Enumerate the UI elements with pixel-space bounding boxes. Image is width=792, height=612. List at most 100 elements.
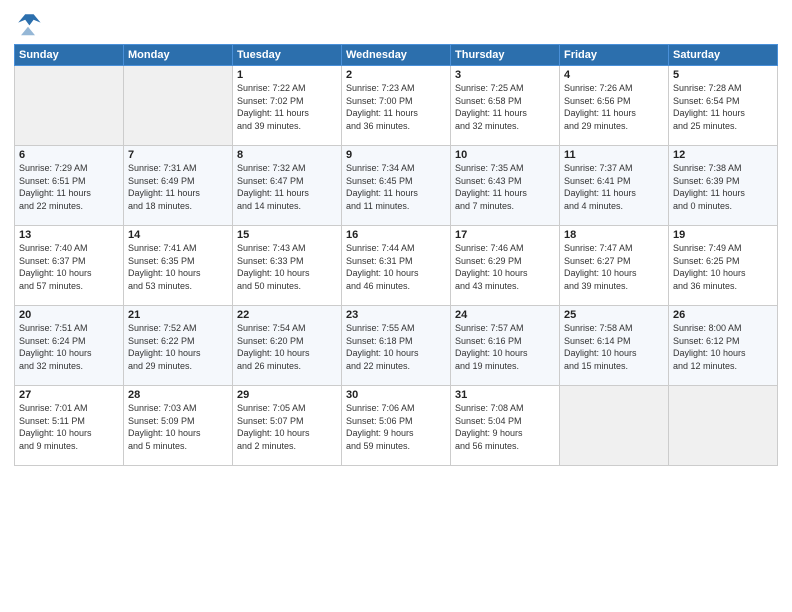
day-info: Sunrise: 7:22 AM Sunset: 7:02 PM Dayligh… [237,82,337,132]
day-info: Sunrise: 7:01 AM Sunset: 5:11 PM Dayligh… [19,402,119,452]
day-number: 19 [673,229,773,241]
day-info: Sunrise: 7:54 AM Sunset: 6:20 PM Dayligh… [237,322,337,372]
calendar-cell [560,386,669,466]
logo-icon [14,10,42,38]
day-info: Sunrise: 7:51 AM Sunset: 6:24 PM Dayligh… [19,322,119,372]
day-number: 13 [19,229,119,241]
calendar-table: SundayMondayTuesdayWednesdayThursdayFrid… [14,44,778,466]
day-info: Sunrise: 7:47 AM Sunset: 6:27 PM Dayligh… [564,242,664,292]
day-info: Sunrise: 7:57 AM Sunset: 6:16 PM Dayligh… [455,322,555,372]
calendar-cell: 8Sunrise: 7:32 AM Sunset: 6:47 PM Daylig… [233,146,342,226]
day-info: Sunrise: 7:26 AM Sunset: 6:56 PM Dayligh… [564,82,664,132]
calendar-cell: 18Sunrise: 7:47 AM Sunset: 6:27 PM Dayli… [560,226,669,306]
calendar-cell: 29Sunrise: 7:05 AM Sunset: 5:07 PM Dayli… [233,386,342,466]
header-row: SundayMondayTuesdayWednesdayThursdayFrid… [15,45,778,66]
day-info: Sunrise: 7:23 AM Sunset: 7:00 PM Dayligh… [346,82,446,132]
calendar-cell: 11Sunrise: 7:37 AM Sunset: 6:41 PM Dayli… [560,146,669,226]
calendar-cell: 30Sunrise: 7:06 AM Sunset: 5:06 PM Dayli… [342,386,451,466]
day-number: 24 [455,309,555,321]
day-info: Sunrise: 7:35 AM Sunset: 6:43 PM Dayligh… [455,162,555,212]
day-number: 31 [455,389,555,401]
day-number: 15 [237,229,337,241]
calendar-cell: 9Sunrise: 7:34 AM Sunset: 6:45 PM Daylig… [342,146,451,226]
calendar-cell: 27Sunrise: 7:01 AM Sunset: 5:11 PM Dayli… [15,386,124,466]
day-info: Sunrise: 7:37 AM Sunset: 6:41 PM Dayligh… [564,162,664,212]
calendar-cell: 16Sunrise: 7:44 AM Sunset: 6:31 PM Dayli… [342,226,451,306]
day-info: Sunrise: 7:58 AM Sunset: 6:14 PM Dayligh… [564,322,664,372]
calendar-cell: 10Sunrise: 7:35 AM Sunset: 6:43 PM Dayli… [451,146,560,226]
calendar-cell: 15Sunrise: 7:43 AM Sunset: 6:33 PM Dayli… [233,226,342,306]
calendar-cell: 23Sunrise: 7:55 AM Sunset: 6:18 PM Dayli… [342,306,451,386]
day-number: 21 [128,309,228,321]
column-header-saturday: Saturday [669,45,778,66]
calendar-cell: 21Sunrise: 7:52 AM Sunset: 6:22 PM Dayli… [124,306,233,386]
calendar-cell: 22Sunrise: 7:54 AM Sunset: 6:20 PM Dayli… [233,306,342,386]
day-number: 18 [564,229,664,241]
week-row-5: 27Sunrise: 7:01 AM Sunset: 5:11 PM Dayli… [15,386,778,466]
calendar-cell: 3Sunrise: 7:25 AM Sunset: 6:58 PM Daylig… [451,66,560,146]
column-header-tuesday: Tuesday [233,45,342,66]
day-info: Sunrise: 8:00 AM Sunset: 6:12 PM Dayligh… [673,322,773,372]
week-row-1: 1Sunrise: 7:22 AM Sunset: 7:02 PM Daylig… [15,66,778,146]
calendar-cell: 25Sunrise: 7:58 AM Sunset: 6:14 PM Dayli… [560,306,669,386]
day-number: 12 [673,149,773,161]
column-header-friday: Friday [560,45,669,66]
day-info: Sunrise: 7:41 AM Sunset: 6:35 PM Dayligh… [128,242,228,292]
calendar-cell: 2Sunrise: 7:23 AM Sunset: 7:00 PM Daylig… [342,66,451,146]
column-header-thursday: Thursday [451,45,560,66]
day-number: 29 [237,389,337,401]
day-info: Sunrise: 7:08 AM Sunset: 5:04 PM Dayligh… [455,402,555,452]
day-number: 20 [19,309,119,321]
day-number: 26 [673,309,773,321]
day-number: 5 [673,69,773,81]
day-info: Sunrise: 7:34 AM Sunset: 6:45 PM Dayligh… [346,162,446,212]
calendar-cell: 20Sunrise: 7:51 AM Sunset: 6:24 PM Dayli… [15,306,124,386]
day-info: Sunrise: 7:29 AM Sunset: 6:51 PM Dayligh… [19,162,119,212]
page: SundayMondayTuesdayWednesdayThursdayFrid… [0,0,792,612]
day-number: 27 [19,389,119,401]
week-row-3: 13Sunrise: 7:40 AM Sunset: 6:37 PM Dayli… [15,226,778,306]
day-number: 2 [346,69,446,81]
day-info: Sunrise: 7:31 AM Sunset: 6:49 PM Dayligh… [128,162,228,212]
calendar-cell: 12Sunrise: 7:38 AM Sunset: 6:39 PM Dayli… [669,146,778,226]
day-number: 22 [237,309,337,321]
calendar-cell: 4Sunrise: 7:26 AM Sunset: 6:56 PM Daylig… [560,66,669,146]
header [14,10,778,38]
day-info: Sunrise: 7:03 AM Sunset: 5:09 PM Dayligh… [128,402,228,452]
day-number: 30 [346,389,446,401]
day-number: 6 [19,149,119,161]
calendar-cell [669,386,778,466]
day-info: Sunrise: 7:25 AM Sunset: 6:58 PM Dayligh… [455,82,555,132]
day-info: Sunrise: 7:32 AM Sunset: 6:47 PM Dayligh… [237,162,337,212]
calendar-cell [15,66,124,146]
calendar-cell: 19Sunrise: 7:49 AM Sunset: 6:25 PM Dayli… [669,226,778,306]
day-info: Sunrise: 7:06 AM Sunset: 5:06 PM Dayligh… [346,402,446,452]
calendar-cell: 13Sunrise: 7:40 AM Sunset: 6:37 PM Dayli… [15,226,124,306]
day-number: 7 [128,149,228,161]
day-info: Sunrise: 7:52 AM Sunset: 6:22 PM Dayligh… [128,322,228,372]
day-number: 8 [237,149,337,161]
day-number: 4 [564,69,664,81]
column-header-sunday: Sunday [15,45,124,66]
day-number: 16 [346,229,446,241]
calendar-cell: 17Sunrise: 7:46 AM Sunset: 6:29 PM Dayli… [451,226,560,306]
day-info: Sunrise: 7:46 AM Sunset: 6:29 PM Dayligh… [455,242,555,292]
day-info: Sunrise: 7:38 AM Sunset: 6:39 PM Dayligh… [673,162,773,212]
day-info: Sunrise: 7:28 AM Sunset: 6:54 PM Dayligh… [673,82,773,132]
calendar-cell: 24Sunrise: 7:57 AM Sunset: 6:16 PM Dayli… [451,306,560,386]
day-number: 28 [128,389,228,401]
day-number: 14 [128,229,228,241]
calendar-cell [124,66,233,146]
week-row-2: 6Sunrise: 7:29 AM Sunset: 6:51 PM Daylig… [15,146,778,226]
calendar-cell: 6Sunrise: 7:29 AM Sunset: 6:51 PM Daylig… [15,146,124,226]
day-info: Sunrise: 7:40 AM Sunset: 6:37 PM Dayligh… [19,242,119,292]
day-number: 23 [346,309,446,321]
day-info: Sunrise: 7:49 AM Sunset: 6:25 PM Dayligh… [673,242,773,292]
column-header-wednesday: Wednesday [342,45,451,66]
logo [14,10,44,38]
column-header-monday: Monday [124,45,233,66]
day-number: 17 [455,229,555,241]
calendar-cell: 26Sunrise: 8:00 AM Sunset: 6:12 PM Dayli… [669,306,778,386]
calendar-cell: 7Sunrise: 7:31 AM Sunset: 6:49 PM Daylig… [124,146,233,226]
day-info: Sunrise: 7:43 AM Sunset: 6:33 PM Dayligh… [237,242,337,292]
